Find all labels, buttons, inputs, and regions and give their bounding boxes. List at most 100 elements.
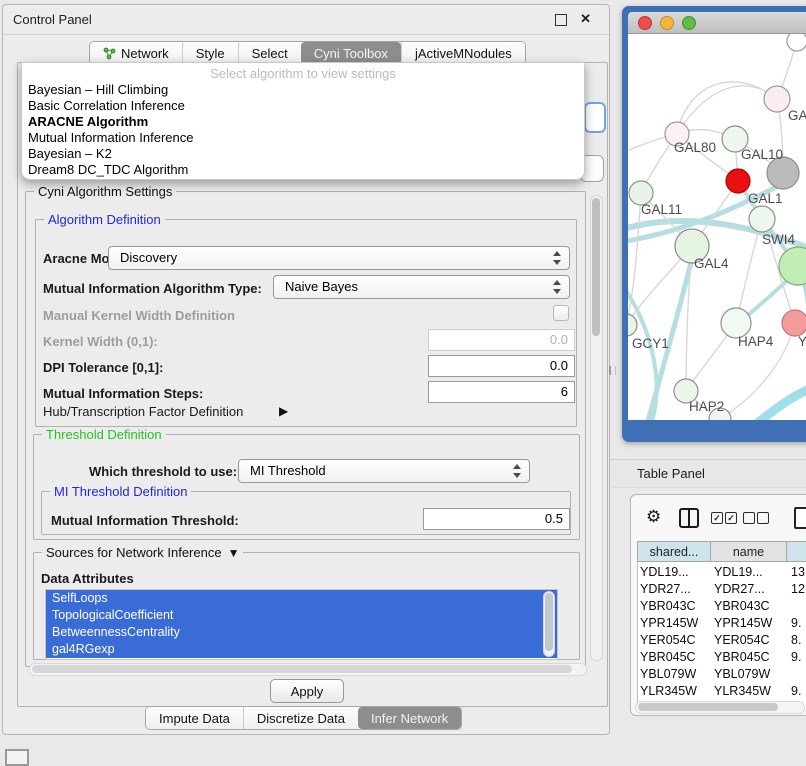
dropdown-item[interactable]: Dream8 DC_TDC Algorithm	[22, 162, 584, 178]
tab-jactivemnodules[interactable]: jActiveMNodules	[401, 42, 525, 64]
node[interactable]	[764, 86, 790, 112]
collapsed-arrow-icon[interactable]: ▶	[279, 404, 288, 418]
table-cell[interactable]: YBL079W	[640, 667, 696, 681]
node[interactable]	[787, 34, 806, 51]
node-salmon[interactable]	[782, 310, 806, 336]
dropdown-item-selected[interactable]: ARACNE Algorithm	[22, 114, 584, 130]
mi-steps-label: Mutual Information Steps:	[43, 386, 203, 401]
tab-infer-network[interactable]: Infer Network	[358, 707, 461, 729]
mi-steps-field[interactable]: 6	[428, 381, 575, 403]
mi-algorithm-type-combo[interactable]: Naive Bayes	[273, 275, 570, 299]
table-cell[interactable]: 9.	[791, 650, 801, 664]
group-title: Algorithm Definition	[44, 212, 165, 227]
dropdown-item[interactable]: Basic Correlation Inference	[22, 98, 584, 114]
panel-splitter[interactable]	[609, 366, 616, 375]
control-panel-titlebar: Control Panel ✕	[3, 5, 609, 35]
apply-button[interactable]: Apply	[270, 679, 344, 703]
minimized-panel-icon[interactable]	[5, 749, 29, 766]
table-cell[interactable]: 13	[791, 565, 805, 579]
column-header-shared-name[interactable]: shared...	[637, 541, 711, 562]
aracne-mode-combo[interactable]: Discovery	[108, 246, 570, 270]
scrollbar-thumb[interactable]	[638, 703, 778, 711]
dropdown-item[interactable]: Bayesian – K2	[22, 146, 584, 162]
which-threshold-combo[interactable]: MI Threshold	[238, 459, 530, 483]
settings-scrollbar[interactable]	[590, 195, 603, 661]
gear-icon[interactable]: ⚙	[646, 508, 661, 525]
table-cell[interactable]: YER054C	[640, 633, 696, 647]
table-cell[interactable]: YBR043C	[640, 599, 696, 613]
tab-network[interactable]: Network	[90, 42, 182, 64]
float-window-icon[interactable]	[555, 14, 567, 26]
combo-value: Discovery	[120, 250, 177, 265]
node-label: GAL10	[741, 147, 783, 162]
tab-impute-data[interactable]: Impute Data	[146, 707, 243, 729]
mi-threshold-field[interactable]: 0.5	[423, 508, 570, 530]
hub-definition-label[interactable]: Hub/Transcription Factor Definition	[43, 404, 243, 419]
columns-icon[interactable]	[679, 508, 699, 528]
network-graph	[628, 34, 806, 420]
tab-label: Cyni Toolbox	[314, 46, 388, 61]
dropdown-item[interactable]: Bayesian – Hill Climbing	[22, 82, 584, 98]
table-cell[interactable]: YLR345W	[640, 684, 697, 698]
table-cell[interactable]: 12	[791, 582, 805, 596]
list-item[interactable]: BetweennessCentrality	[46, 624, 557, 641]
table-cell[interactable]: YLR345W	[714, 684, 771, 698]
table-panel-bar: Table Panel	[610, 459, 806, 488]
deselect-all-icon[interactable]	[743, 512, 755, 524]
node-selected-red[interactable]	[726, 169, 750, 193]
node-label: HAP2	[689, 399, 724, 414]
table-cell[interactable]: YPR145W	[640, 616, 698, 630]
table-cell[interactable]: YBR045C	[640, 650, 696, 664]
table-cell[interactable]: YDR27...	[640, 582, 691, 596]
scrollbar-thumb[interactable]	[592, 198, 600, 336]
table-cell[interactable]: YDL19...	[714, 565, 763, 579]
table-cell[interactable]: YER054C	[714, 633, 770, 647]
data-attributes-label: Data Attributes	[41, 571, 134, 586]
table-cell[interactable]: YPR145W	[714, 616, 772, 630]
node-label: SWI4	[762, 232, 795, 247]
tab-cyni-toolbox[interactable]: Cyni Toolbox	[301, 42, 401, 64]
manual-kernel-checkbox[interactable]	[553, 305, 569, 321]
close-traffic-light-icon[interactable]	[638, 16, 652, 30]
stepper-icon	[513, 464, 522, 478]
table-cell[interactable]: 9.	[791, 616, 801, 630]
zoom-traffic-light-icon[interactable]	[682, 16, 696, 30]
file-icon[interactable]	[794, 507, 806, 529]
deselect-all-icon[interactable]	[757, 512, 769, 524]
node-gcy1[interactable]	[628, 314, 637, 336]
close-icon[interactable]: ✕	[580, 11, 591, 27]
scrollbar-thumb[interactable]	[32, 665, 572, 673]
table-cell[interactable]: 9.	[791, 684, 801, 698]
tab-style[interactable]: Style	[182, 42, 238, 64]
column-header-cut[interactable]	[787, 541, 806, 562]
mi-algorithm-type-label: Mutual Information Algorithm Type:	[43, 281, 262, 296]
column-header-name[interactable]: name	[711, 541, 787, 562]
expanded-arrow-icon[interactable]: ▼	[228, 546, 240, 560]
settings-hscrollbar[interactable]	[29, 663, 587, 676]
select-all-check-icon[interactable]: ✓	[725, 512, 737, 524]
kernel-width-field[interactable]: 0.0	[428, 329, 575, 351]
node-gal1[interactable]	[749, 206, 775, 232]
network-canvas[interactable]: GAL80 GAL10 GAL1 GAL11 GAL4 SWI4 GCY1 HA…	[628, 34, 806, 420]
table-cell[interactable]: 8.	[791, 633, 801, 647]
list-item[interactable]: SelfLoops	[46, 590, 557, 607]
dropdown-item[interactable]: Mutual Information Inference	[22, 130, 584, 146]
list-scrollbar[interactable]	[543, 591, 555, 657]
table-hscrollbar[interactable]	[635, 701, 805, 714]
tab-discretize-data[interactable]: Discretize Data	[243, 707, 358, 729]
table-cell[interactable]: YBL079W	[714, 667, 770, 681]
table-cell[interactable]: YDL19...	[640, 565, 689, 579]
node-swi4[interactable]	[779, 247, 806, 285]
kernel-width-label: Kernel Width (0,1):	[43, 334, 158, 349]
list-item[interactable]: gal4RGexp	[46, 641, 557, 658]
table-cell[interactable]: YDR27...	[714, 582, 765, 596]
scrollbar-thumb[interactable]	[545, 593, 553, 651]
table-cell[interactable]: YBR043C	[714, 599, 770, 613]
tab-select[interactable]: Select	[238, 42, 301, 64]
window-title: Control Panel	[13, 12, 92, 27]
select-all-check-icon[interactable]: ✓	[711, 512, 723, 524]
table-cell[interactable]: YBR045C	[714, 650, 770, 664]
minimize-traffic-light-icon[interactable]	[660, 16, 674, 30]
list-item[interactable]: TopologicalCoefficient	[46, 607, 557, 624]
dpi-tolerance-field[interactable]: 0.0	[428, 355, 575, 377]
